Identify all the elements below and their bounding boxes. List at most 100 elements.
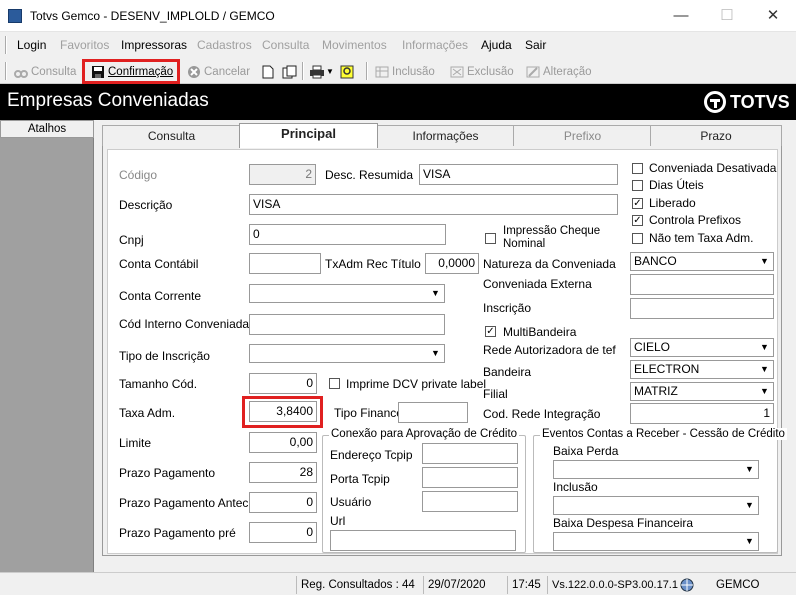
- inclusao-grid-icon: [375, 65, 389, 79]
- menu-sair[interactable]: Sair: [525, 38, 546, 52]
- chevron-down-icon: ▼: [745, 536, 754, 546]
- window-title: Totvs Gemco - DESENV_IMPLOLD / GEMCO: [30, 9, 275, 23]
- baixa-perda-label: Baixa Perda: [553, 444, 619, 458]
- cnpj-input[interactable]: 0: [249, 224, 446, 245]
- controla-prefixos-checkbox[interactable]: ✓: [632, 215, 643, 226]
- conta-contabil-input[interactable]: [249, 253, 321, 274]
- bandeira-select[interactable]: ELECTRON ▼: [630, 360, 774, 379]
- chevron-down-icon: ▼: [745, 464, 754, 474]
- taxa-adm-label: Taxa Adm.: [119, 406, 176, 420]
- txadm-rec-titulo-input[interactable]: 0,0000: [425, 253, 479, 274]
- exclusao-button[interactable]: Exclusão: [450, 62, 514, 81]
- tamanho-cod-input[interactable]: 0: [249, 373, 317, 394]
- inclusao-evento-select[interactable]: ▼: [553, 496, 759, 515]
- baixa-despesa-select[interactable]: ▼: [553, 532, 759, 551]
- minimize-button[interactable]: —: [658, 0, 704, 32]
- print-preview-button[interactable]: [340, 62, 354, 81]
- imprime-dcv-label: Imprime DCV private label: [346, 377, 487, 391]
- baixa-perda-select[interactable]: ▼: [553, 460, 759, 479]
- maximize-button[interactable]: ☐: [704, 0, 750, 32]
- liberado-checkbox[interactable]: ✓: [632, 198, 643, 209]
- menu-favoritos[interactable]: Favoritos: [60, 38, 109, 52]
- menu-impressoras[interactable]: Impressoras: [121, 38, 187, 52]
- copy-document-button[interactable]: [282, 62, 297, 81]
- alteracao-button[interactable]: Alteração: [526, 62, 592, 81]
- limite-input[interactable]: 0,00: [249, 432, 317, 453]
- tab-prefixo[interactable]: Prefixo: [513, 125, 652, 146]
- tipo-inscricao-select[interactable]: ▼: [249, 344, 445, 363]
- descricao-input[interactable]: VISA: [249, 194, 618, 215]
- conveniada-desativada-checkbox[interactable]: [632, 163, 643, 174]
- txadm-rec-titulo-label: TxAdm Rec Título: [325, 257, 421, 271]
- prazo-pagamento-pre-label: Prazo Pagamento pré: [119, 526, 236, 540]
- codigo-label: Código: [119, 168, 158, 182]
- chevron-down-icon: ▼: [760, 256, 769, 266]
- impressao-cheque-checkbox[interactable]: [485, 233, 496, 244]
- imprime-dcv-checkbox[interactable]: [329, 378, 340, 389]
- menu-login[interactable]: Login: [17, 38, 46, 52]
- shortcuts-header[interactable]: Atalhos: [0, 120, 94, 138]
- menu-consulta[interactable]: Consulta: [262, 38, 309, 52]
- cod-interno-input[interactable]: [249, 314, 445, 335]
- menu-grip: [5, 36, 7, 54]
- totvs-logo-icon: [704, 91, 726, 113]
- conta-contabil-label: Conta Contábil: [119, 257, 199, 271]
- codigo-input[interactable]: 2: [249, 164, 316, 185]
- conta-corrente-select[interactable]: ▼: [249, 284, 445, 303]
- taxa-adm-input[interactable]: 3,8400: [249, 401, 317, 422]
- page-title: Empresas Conveniadas: [7, 90, 209, 111]
- natureza-label: Natureza da Conveniada: [483, 257, 616, 271]
- menu-ajuda[interactable]: Ajuda: [481, 38, 512, 52]
- impressao-cheque-label-2: Nominal: [503, 238, 546, 250]
- tipo-financeiro-input[interactable]: [398, 402, 468, 423]
- endereco-tcpip-input[interactable]: [422, 443, 518, 464]
- cancelar-button[interactable]: Cancelar: [187, 62, 250, 81]
- dias-uteis-label: Dias Úteis: [649, 178, 704, 192]
- inclusao-evento-label: Inclusão: [553, 480, 598, 494]
- cancel-icon: [187, 65, 201, 79]
- usuario-input[interactable]: [422, 491, 518, 512]
- porta-tcpip-label: Porta Tcpip: [330, 472, 390, 486]
- desc-resumida-input[interactable]: VISA: [419, 164, 618, 185]
- conveniada-externa-input[interactable]: [630, 274, 774, 295]
- toolbar: Consulta Confirmação Cancelar ▼ Inclusão…: [0, 58, 796, 84]
- nao-tem-taxa-label: Não tem Taxa Adm.: [649, 231, 754, 245]
- inclusao-button[interactable]: Inclusão: [375, 62, 435, 81]
- cod-rede-integracao-input[interactable]: 1: [630, 403, 774, 424]
- copy-document-icon: [282, 65, 297, 79]
- menu-movimentos[interactable]: Movimentos: [322, 38, 387, 52]
- menu-bar: Login Favoritos Impressoras Cadastros Co…: [0, 32, 796, 58]
- liberado-label: Liberado: [649, 196, 696, 210]
- status-version: Vs.122.0.0.0-SP3.00.17.1: [547, 576, 678, 594]
- menu-cadastros[interactable]: Cadastros: [197, 38, 252, 52]
- status-bar: Reg. Consultados : 44 29/07/2020 17:45 V…: [0, 572, 796, 595]
- url-input[interactable]: [330, 530, 516, 551]
- dias-uteis-checkbox[interactable]: [632, 180, 643, 191]
- prazo-pagamento-pre-input[interactable]: 0: [249, 522, 317, 543]
- filial-select[interactable]: MATRIZ ▼: [630, 382, 774, 401]
- close-button[interactable]: ✕: [750, 0, 796, 32]
- print-button[interactable]: ▼: [309, 62, 334, 81]
- nao-tem-taxa-checkbox[interactable]: [632, 233, 643, 244]
- print-dropdown-icon[interactable]: ▼: [326, 67, 334, 76]
- toolbar-grip: [5, 62, 7, 80]
- alteracao-label: Alteração: [543, 65, 592, 78]
- porta-tcpip-input[interactable]: [422, 467, 518, 488]
- rede-autorizadora-select[interactable]: CIELO ▼: [630, 338, 774, 357]
- tab-prazo[interactable]: Prazo: [650, 125, 782, 146]
- tab-principal[interactable]: Principal: [239, 123, 378, 148]
- eventos-caption: Eventos Contas a Receber - Cessão de Cré…: [540, 428, 787, 440]
- natureza-select[interactable]: BANCO ▼: [630, 252, 774, 271]
- multibandeira-checkbox[interactable]: ✓: [485, 326, 496, 337]
- menu-informacoes[interactable]: Informações: [402, 38, 468, 52]
- prazo-pagamento-antec-input[interactable]: 0: [249, 492, 317, 513]
- toolbar-separator-2: [366, 62, 368, 80]
- prazo-pagamento-input[interactable]: 28: [249, 462, 317, 483]
- chevron-down-icon: ▼: [745, 500, 754, 510]
- tab-informacoes[interactable]: Informações: [376, 125, 515, 146]
- consulta-button[interactable]: Consulta: [14, 62, 76, 81]
- tab-consulta[interactable]: Consulta: [102, 125, 241, 146]
- inscricao-input[interactable]: [630, 298, 774, 319]
- confirmacao-button[interactable]: Confirmação: [82, 59, 180, 84]
- new-document-button[interactable]: [261, 62, 275, 81]
